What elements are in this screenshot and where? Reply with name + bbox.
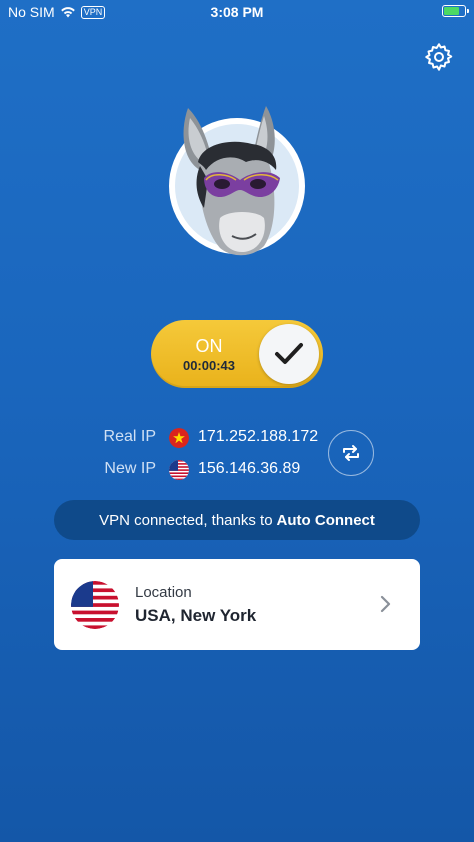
new-ip-label: New IP	[104, 460, 156, 477]
gear-icon[interactable]	[424, 42, 454, 72]
refresh-ip-button[interactable]	[328, 430, 374, 476]
usa-flag-icon	[71, 581, 119, 629]
connection-status-message: VPN connected, thanks to Auto Connect	[54, 500, 420, 540]
toggle-knob[interactable]	[259, 324, 319, 384]
usa-flag-icon	[169, 460, 189, 480]
location-selector[interactable]: Location USA, New York	[54, 559, 420, 650]
real-ip-label: Real IP	[103, 428, 156, 445]
real-ip-value: 171.252.188.172	[198, 428, 319, 445]
battery-level	[444, 7, 460, 15]
status-message-text: VPN connected, thanks to	[99, 511, 273, 529]
location-label: Location	[135, 584, 192, 601]
status-bar: No SIM VPN 3:08 PM	[0, 0, 474, 24]
donkey-mascot-icon	[183, 106, 280, 256]
refresh-icon	[343, 445, 359, 461]
new-ip-value: 156.146.36.89	[198, 460, 301, 477]
location-value: USA, New York	[135, 606, 257, 625]
status-time: 3:08 PM	[210, 4, 264, 20]
check-icon	[275, 343, 303, 364]
chevron-right-icon	[380, 595, 391, 613]
connection-toggle[interactable]: ON 00:00:43	[151, 320, 323, 388]
vietnam-flag-icon	[169, 428, 189, 448]
battery-icon	[442, 5, 469, 17]
toggle-state-label: ON	[195, 336, 223, 356]
status-message-highlight: Auto Connect	[276, 511, 375, 529]
connection-timer: 00:00:43	[182, 358, 236, 373]
